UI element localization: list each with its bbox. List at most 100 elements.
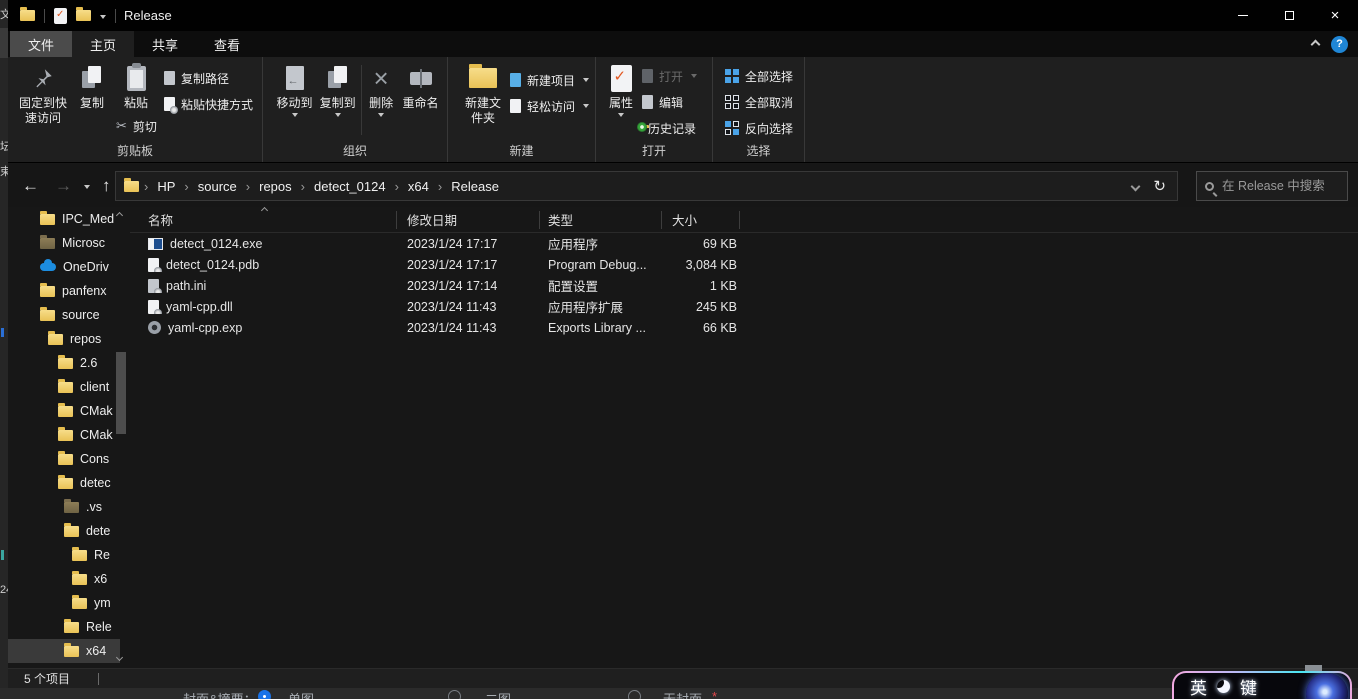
tree-item[interactable]: panfenx (8, 279, 130, 303)
tree-item[interactable]: ym (8, 591, 130, 615)
move-to-button[interactable]: ← 移动到 (273, 61, 316, 119)
search-box[interactable] (1196, 171, 1348, 201)
new-item-button[interactable]: 新建项目 (506, 67, 593, 93)
breadcrumb-item[interactable]: Release (447, 179, 503, 194)
tree-item[interactable]: 2.6 (8, 351, 130, 375)
up-button[interactable]: ↑ (102, 176, 111, 196)
column-header-type[interactable]: 类型 (540, 210, 662, 229)
radio-single-image[interactable] (258, 690, 271, 699)
radio-no-cover[interactable] (628, 690, 641, 699)
breadcrumb-item[interactable]: x64 (404, 179, 433, 194)
new-item-label: 新建项目 (527, 73, 576, 88)
move-to-icon: ← (285, 63, 304, 93)
properties-qat-icon[interactable]: ✓ (54, 7, 67, 24)
rename-button[interactable]: 重命名 (398, 61, 443, 113)
ime-indicator[interactable]: 英 键 (1172, 671, 1352, 699)
address-history-chevron[interactable] (1130, 181, 1141, 191)
edit-button[interactable]: 编辑 (638, 89, 701, 115)
easy-access-button[interactable]: 轻松访问 (506, 93, 593, 119)
search-input[interactable] (1222, 179, 1339, 193)
paste-shortcut-button[interactable]: 粘贴快捷方式 (160, 91, 257, 117)
file-row[interactable]: yaml-cpp.dll 2023/1/24 11:43 应用程序扩展 245 … (130, 296, 1358, 317)
ribbon-spacer (805, 57, 1358, 162)
tab-view[interactable]: 查看 (196, 31, 258, 57)
invert-selection-button[interactable]: 反向选择 (721, 115, 797, 141)
copy-path-button[interactable]: 复制路径 (160, 65, 257, 91)
column-header-date[interactable]: 修改日期 (397, 210, 540, 229)
pin-to-quick-access-button[interactable]: 固定到快速访问 (14, 61, 72, 128)
file-row[interactable]: detect_0124.exe 2023/1/24 17:17 应用程序 69 … (130, 233, 1358, 254)
close-button[interactable]: × (1312, 0, 1358, 31)
new-folder-qat-icon[interactable] (76, 7, 91, 21)
tree-item[interactable]: .vs (8, 495, 130, 519)
tree-item-selected[interactable]: x64 (8, 639, 120, 663)
new-item-icon (510, 73, 521, 87)
explorer-window: ✓ Release × 文件 主页 共享 查看 ? 固定到快速访问 复制 粘贴 … (8, 0, 1358, 688)
tree-item[interactable]: IPC_Med (8, 207, 130, 231)
history-label: 历史记录 (648, 121, 697, 136)
select-all-button[interactable]: 全部选择 (721, 63, 797, 89)
delete-button[interactable]: × 删除 (364, 61, 398, 119)
tree-item[interactable]: Cons (8, 447, 130, 471)
column-header-size[interactable]: 大小 (662, 210, 740, 229)
address-box[interactable]: › HP › source › repos › detect_0124 › x6… (115, 171, 1178, 201)
tree-item[interactable]: source (8, 303, 130, 327)
tree-item[interactable]: x6 (8, 567, 130, 591)
select-none-icon (725, 95, 739, 109)
tree-item-label: x64 (86, 644, 107, 658)
new-folder-button[interactable]: 新建文件夹 (460, 61, 506, 128)
tab-file[interactable]: 文件 (10, 31, 73, 57)
qat-customize-chevron[interactable] (100, 14, 106, 19)
file-type: 配置设置 (548, 280, 599, 294)
easy-access-icon (510, 99, 521, 113)
tree-item[interactable]: CMak (8, 423, 130, 447)
breadcrumb-item[interactable]: source (194, 179, 241, 194)
tab-share[interactable]: 共享 (134, 31, 196, 57)
search-icon (1205, 181, 1214, 191)
breadcrumb-item[interactable]: HP (153, 179, 179, 194)
tree-item[interactable]: CMak (8, 399, 130, 423)
file-row[interactable]: detect_0124.pdb 2023/1/24 17:17 Program … (130, 254, 1358, 275)
sidebar-scrollbar-thumb[interactable] (116, 352, 126, 434)
file-type: Exports Library ... (548, 320, 646, 335)
properties-button[interactable]: ✓ 属性 (604, 61, 638, 119)
column-header-name[interactable]: 名称 (130, 210, 397, 229)
tree-item[interactable]: client (8, 375, 130, 399)
tree-item-label: 2.6 (80, 356, 98, 370)
cut-button[interactable]: ✂ 剪切 (112, 113, 160, 139)
history-button[interactable]: 历史记录 (637, 115, 701, 141)
back-button[interactable]: ← (22, 176, 39, 196)
collapse-ribbon-chevron-icon[interactable] (1310, 39, 1321, 49)
divider (44, 8, 45, 23)
tree-item[interactable]: detec (8, 471, 130, 495)
breadcrumb-item[interactable]: repos (255, 179, 296, 194)
maximize-button[interactable] (1266, 0, 1312, 31)
copy-to-button[interactable]: 复制到 (316, 61, 359, 119)
file-row[interactable]: yaml-cpp.exp 2023/1/24 11:43 Exports Lib… (130, 317, 1358, 338)
radio-double-image[interactable] (448, 690, 461, 699)
tab-home[interactable]: 主页 (72, 31, 135, 57)
tree-item[interactable]: Microsc (8, 231, 130, 255)
copy-path-icon (164, 71, 175, 85)
copy-icon (82, 63, 102, 93)
open-button[interactable]: 打开 (638, 63, 701, 89)
tree-item[interactable]: OneDriv (8, 255, 130, 279)
select-none-button[interactable]: 全部取消 (721, 89, 797, 115)
file-row[interactable]: path.ini 2023/1/24 17:14 配置设置 1 KB (130, 275, 1358, 296)
refresh-button[interactable]: ↻ (1153, 177, 1166, 195)
minimize-button[interactable] (1220, 0, 1266, 31)
recent-locations-chevron[interactable] (84, 184, 90, 189)
tree-item[interactable]: dete (8, 519, 130, 543)
tree-item[interactable]: repos (8, 327, 130, 351)
tree-item[interactable]: Re (8, 543, 130, 567)
forward-button[interactable]: → (55, 176, 72, 196)
help-button[interactable]: ? (1331, 35, 1348, 53)
ribbon-group-organize: ← 移动到 复制到 × 删除 重命名 组织 (263, 57, 448, 162)
copy-button[interactable]: 复制 (72, 61, 112, 113)
paste-button[interactable]: 粘贴 (112, 61, 160, 113)
copy-to-dropdown-icon (334, 113, 341, 117)
tree-item[interactable]: Rele (8, 615, 130, 639)
tree-item-label: .vs (86, 500, 102, 514)
breadcrumb-item[interactable]: detect_0124 (310, 179, 390, 194)
crumb-separator: › (437, 178, 443, 194)
